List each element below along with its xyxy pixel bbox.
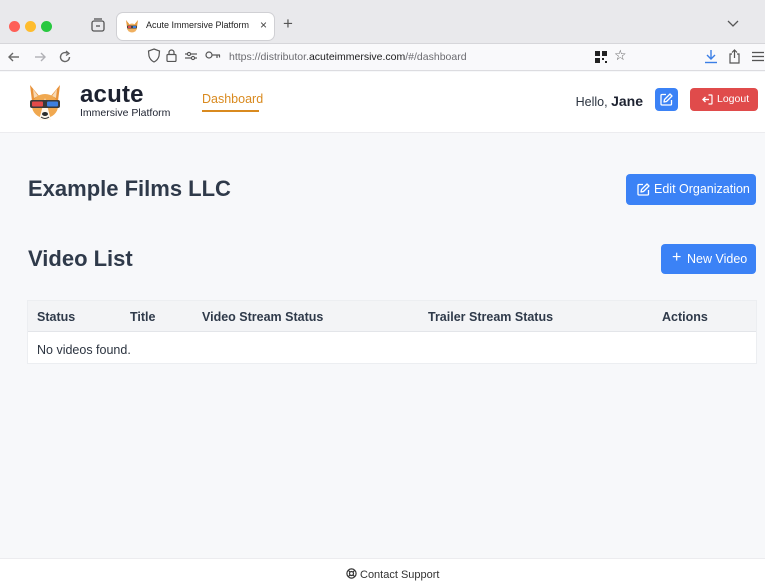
menu-icon[interactable] xyxy=(752,51,764,62)
video-table: Status Title Video Stream Status Trailer… xyxy=(28,301,756,363)
brand-subtitle: Immersive Platform xyxy=(80,107,171,119)
edit-organization-button[interactable]: Edit Organization xyxy=(626,174,756,205)
tab-close-icon[interactable]: × xyxy=(260,18,267,32)
nav-dashboard-link[interactable]: Dashboard xyxy=(202,92,263,106)
column-header-status[interactable]: Status xyxy=(37,310,75,324)
download-icon[interactable] xyxy=(704,49,718,64)
active-nav-indicator xyxy=(202,110,259,112)
logout-button[interactable]: Logout xyxy=(690,88,758,111)
minimize-window-button[interactable] xyxy=(25,21,36,32)
app-header: acute Immersive Platform Dashboard Hello… xyxy=(0,72,765,133)
tab-title: Acute Immersive Platform xyxy=(146,20,250,30)
qr-code-icon[interactable] xyxy=(595,51,607,63)
back-icon[interactable] xyxy=(5,48,23,66)
empty-table-message: No videos found. xyxy=(37,343,131,357)
edit-icon xyxy=(660,93,673,106)
browser-tab-bar: Acute Immersive Platform × + xyxy=(0,0,765,44)
key-icon[interactable] xyxy=(205,50,221,60)
maximize-window-button[interactable] xyxy=(41,21,52,32)
tabs-icon[interactable] xyxy=(90,17,106,33)
chevron-down-icon[interactable] xyxy=(727,18,739,28)
video-list-title: Video List xyxy=(28,246,133,271)
shield-icon[interactable] xyxy=(147,48,161,63)
star-icon[interactable]: ☆ xyxy=(614,48,627,62)
share-icon[interactable] xyxy=(728,49,741,64)
browser-tab[interactable]: Acute Immersive Platform × xyxy=(117,13,274,40)
column-header-video-stream-status[interactable]: Video Stream Status xyxy=(202,310,323,324)
edit-profile-button[interactable] xyxy=(655,88,678,111)
url-text[interactable]: https://distributor.acuteimmersive.com/#… xyxy=(229,51,467,63)
corgi-favicon-icon xyxy=(126,20,138,33)
new-tab-button[interactable]: + xyxy=(283,14,293,34)
forward-icon[interactable] xyxy=(31,48,49,66)
lock-icon[interactable] xyxy=(166,49,177,62)
contact-support-link[interactable]: Contact Support xyxy=(346,568,440,581)
greeting: Hello, Jane xyxy=(575,93,643,109)
close-window-button[interactable] xyxy=(9,21,20,32)
column-header-title[interactable]: Title xyxy=(130,310,155,324)
permissions-icon[interactable] xyxy=(184,51,198,61)
brand-name[interactable]: acute xyxy=(80,83,144,107)
table-header-row: Status Title Video Stream Status Trailer… xyxy=(28,301,756,332)
edit-organization-label: Edit Organization xyxy=(654,182,750,196)
corgi-logo-icon[interactable] xyxy=(24,82,66,124)
lifebuoy-icon xyxy=(346,568,357,579)
new-video-label: New Video xyxy=(687,252,748,266)
column-header-actions: Actions xyxy=(662,310,708,324)
logout-icon xyxy=(702,94,713,105)
organization-title: Example Films LLC xyxy=(28,176,231,201)
new-video-button[interactable]: + New Video xyxy=(661,244,756,274)
edit-icon xyxy=(637,183,650,196)
plus-icon: + xyxy=(672,249,682,266)
footer: Contact Support xyxy=(0,558,765,587)
reload-icon[interactable] xyxy=(56,48,74,66)
logout-label: Logout xyxy=(717,93,750,105)
column-header-trailer-stream-status[interactable]: Trailer Stream Status xyxy=(428,310,553,324)
user-name: Jane xyxy=(611,93,643,109)
